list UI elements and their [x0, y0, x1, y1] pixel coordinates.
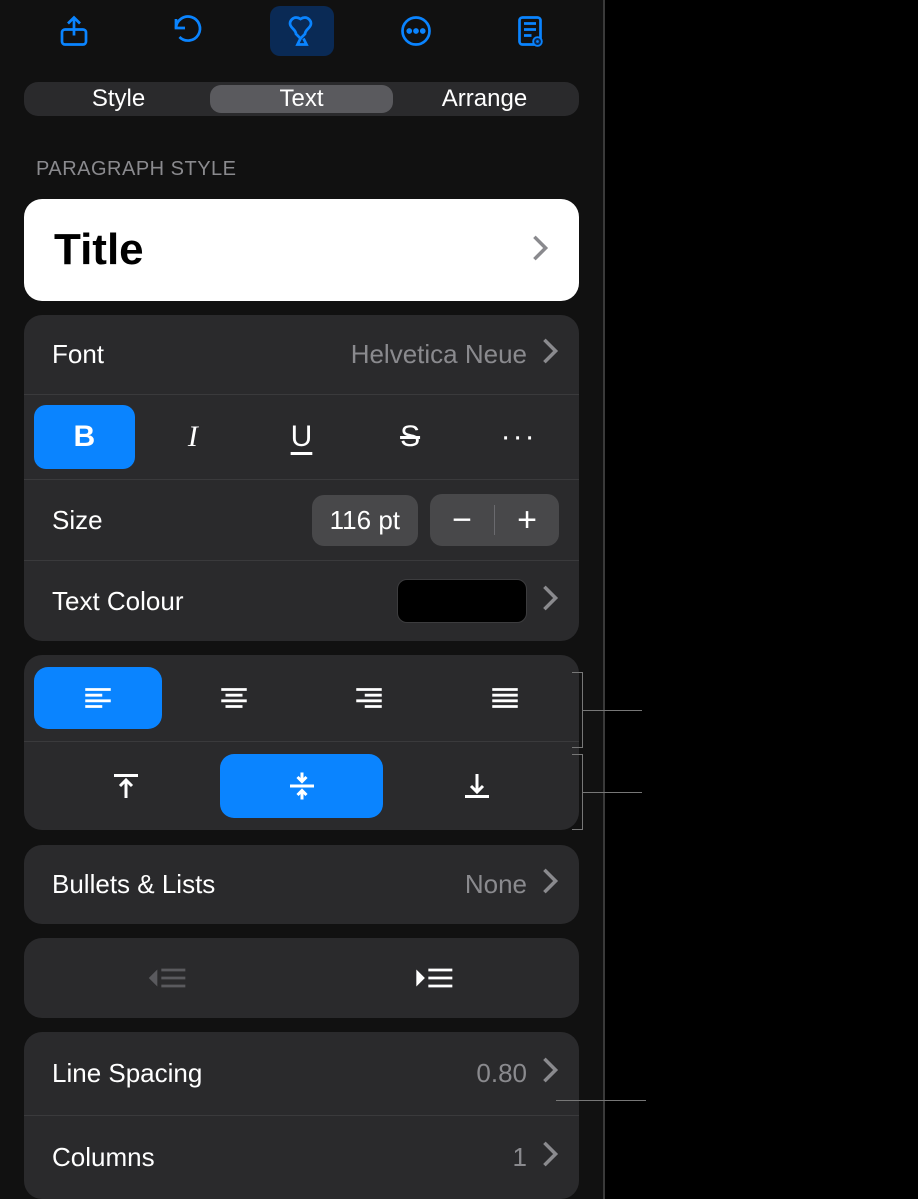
align-right-button[interactable] [306, 667, 434, 729]
align-justify-button[interactable] [441, 667, 569, 729]
chevron-right-icon [541, 1056, 559, 1091]
bullets-label: Bullets & Lists [44, 869, 215, 900]
toolbar [0, 0, 603, 56]
undo-icon[interactable] [156, 6, 220, 56]
paragraph-style-label: PARAGRAPH STYLE [36, 158, 567, 181]
more-text-options-button[interactable]: ··· [468, 405, 569, 469]
font-style-row: B I U S ··· [24, 395, 579, 480]
tab-arrange[interactable]: Arrange [393, 85, 576, 113]
outdent-button[interactable] [34, 950, 302, 1006]
italic-button[interactable]: I [143, 405, 244, 469]
text-colour-label: Text Colour [44, 586, 184, 617]
format-tabs: Style Text Arrange [24, 82, 579, 116]
bullets-row[interactable]: Bullets & Lists None [24, 845, 579, 924]
valign-top-button[interactable] [44, 754, 208, 818]
indent-card [24, 938, 579, 1018]
columns-label: Columns [44, 1142, 155, 1173]
strikethrough-button[interactable]: S [360, 405, 461, 469]
tab-text[interactable]: Text [210, 85, 393, 113]
align-center-button[interactable] [170, 667, 298, 729]
paragraph-style-name: Title [54, 225, 144, 275]
vertical-align-row [24, 742, 579, 830]
text-colour-row[interactable]: Text Colour [24, 561, 579, 641]
chevron-right-icon [541, 867, 559, 902]
chevron-right-icon [531, 234, 549, 267]
font-row[interactable]: Font Helvetica Neue [24, 315, 579, 395]
chevron-right-icon [541, 584, 559, 619]
size-label: Size [44, 505, 300, 536]
size-increase-button[interactable]: + [495, 494, 559, 546]
font-value: Helvetica Neue [351, 339, 527, 370]
line-spacing-row[interactable]: Line Spacing 0.80 [24, 1032, 579, 1116]
indent-button[interactable] [302, 950, 570, 1006]
tab-style[interactable]: Style [27, 85, 210, 113]
callout-line-valign [582, 792, 642, 793]
size-decrease-button[interactable]: − [430, 494, 494, 546]
size-stepper: − + [430, 494, 559, 546]
font-card: Font Helvetica Neue B I U S ··· Size 116… [24, 315, 579, 641]
format-panel: Style Text Arrange PARAGRAPH STYLE Title… [0, 0, 605, 1199]
align-left-button[interactable] [34, 667, 162, 729]
alignment-card [24, 655, 579, 830]
valign-middle-button[interactable] [220, 754, 384, 818]
chevron-right-icon [541, 1140, 559, 1175]
size-value[interactable]: 116 pt [312, 495, 418, 546]
format-brush-icon[interactable] [270, 6, 334, 56]
underline-button[interactable]: U [251, 405, 352, 469]
line-spacing-label: Line Spacing [44, 1058, 202, 1089]
spacing-card: Line Spacing 0.80 Columns 1 [24, 1032, 579, 1199]
chevron-right-icon [541, 337, 559, 372]
columns-value: 1 [513, 1142, 527, 1173]
columns-row[interactable]: Columns 1 [24, 1116, 579, 1199]
line-spacing-value: 0.80 [476, 1058, 527, 1089]
size-row: Size 116 pt − + [24, 480, 579, 561]
share-icon[interactable] [42, 6, 106, 56]
document-view-icon[interactable] [498, 6, 562, 56]
callout-line-spacing [556, 1100, 646, 1101]
paragraph-style-picker[interactable]: Title [24, 199, 579, 301]
bold-button[interactable]: B [34, 405, 135, 469]
horizontal-align-row [24, 655, 579, 742]
bullets-value: None [465, 869, 527, 900]
valign-bottom-button[interactable] [395, 754, 559, 818]
bullets-card: Bullets & Lists None [24, 845, 579, 924]
callout-line-halign [582, 710, 642, 711]
font-label: Font [44, 339, 104, 370]
text-colour-swatch [397, 579, 527, 623]
more-icon[interactable] [384, 6, 448, 56]
